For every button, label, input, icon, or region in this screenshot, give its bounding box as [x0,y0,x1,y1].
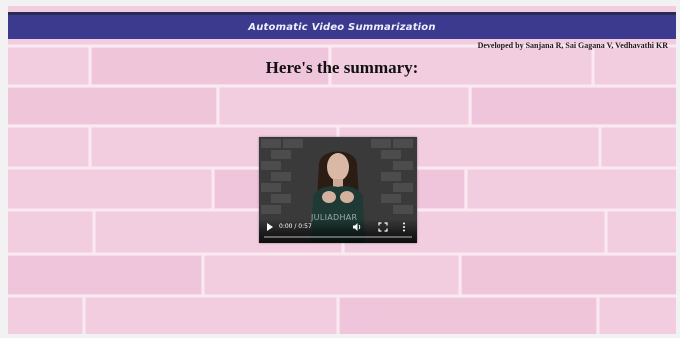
volume-icon[interactable] [352,222,362,232]
fullscreen-icon[interactable] [378,222,388,232]
more-vert-icon[interactable] [401,222,407,232]
video-progress-bar[interactable] [264,236,412,238]
video-player[interactable]: JULIADHAR 0:00 / 0:57 [259,137,417,243]
app-title: Automatic Video Summarization [248,21,436,33]
video-controls-bar: 0:00 / 0:57 [259,219,417,243]
page-frame: Automatic Video Summarization Developed … [8,6,676,334]
video-time-display: 0:00 / 0:57 [279,223,312,230]
play-icon[interactable] [266,223,274,231]
page-heading: Here's the summary: [265,58,419,77]
developer-credits: Developed by Sanjana R, Sai Gagana V, Ve… [477,41,668,50]
app-header-bar: Automatic Video Summarization [8,12,676,39]
